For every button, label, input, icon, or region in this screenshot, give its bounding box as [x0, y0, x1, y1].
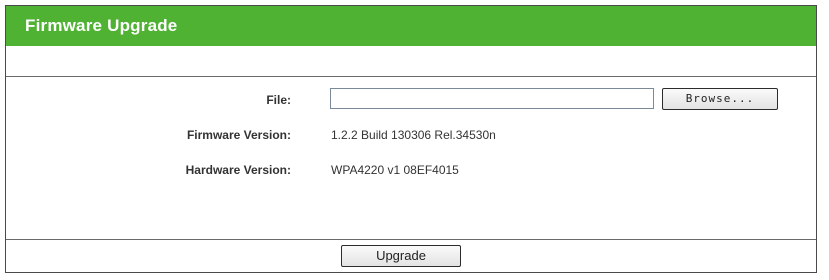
upgrade-button[interactable]: Upgrade	[341, 245, 461, 267]
page-title: Firmware Upgrade	[25, 16, 178, 35]
file-path-input[interactable]	[330, 88, 654, 109]
firmware-upgrade-panel: Firmware Upgrade File: Browse... Firmwar…	[5, 5, 817, 273]
file-label: File:	[266, 93, 291, 107]
firmware-version-label: Firmware Version:	[186, 128, 291, 142]
hardware-version-value: WPA4220 v1 08EF4015	[331, 163, 459, 177]
firmware-version-value: 1.2.2 Build 130306 Rel.34530n	[331, 128, 496, 142]
browse-button[interactable]: Browse...	[662, 88, 778, 110]
divider-bottom	[6, 239, 816, 240]
hardware-version-label: Hardware Version:	[185, 163, 291, 177]
divider-top	[6, 76, 816, 77]
panel-header: Firmware Upgrade	[6, 6, 816, 46]
